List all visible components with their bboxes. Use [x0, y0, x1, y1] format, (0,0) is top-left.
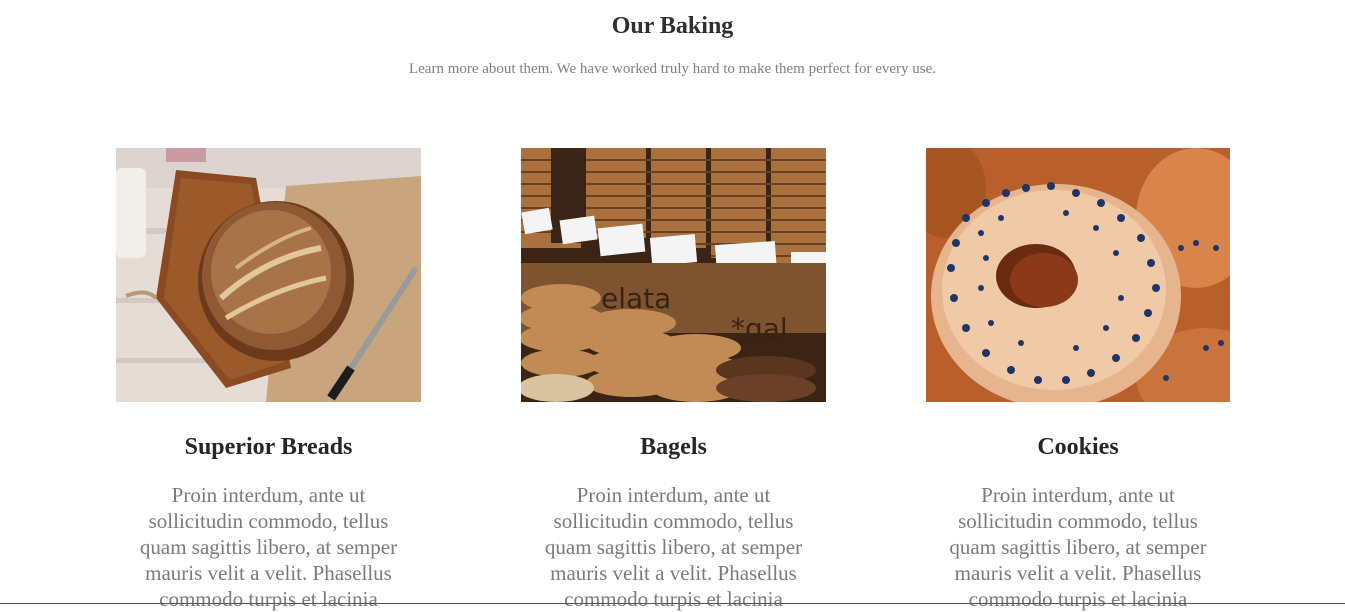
- card-title: Superior Breads: [184, 434, 353, 460]
- product-card-breads: Superior Breads Proin interdum, ante ut …: [116, 148, 421, 611]
- product-card-cookies: Cookies Proin interdum, ante ut sollicit…: [926, 148, 1230, 611]
- bread-loaf-image: [116, 148, 421, 402]
- svg-text:*gal: *gal: [731, 312, 788, 345]
- card-title: Cookies: [1037, 434, 1119, 460]
- card-title: Bagels: [640, 434, 707, 460]
- section-title: Our Baking: [611, 13, 734, 39]
- card-text: Proin interdum, ante ut sollicitudin com…: [544, 483, 803, 611]
- section-subtitle: Learn more about them. We have worked tr…: [408, 61, 937, 77]
- sprinkled-bagel-image: [926, 148, 1230, 402]
- card-text: Proin interdum, ante ut sollicitudin com…: [139, 483, 398, 611]
- cookie-stacks-image: elata *gal: [521, 148, 826, 402]
- product-card-bagels: elata *gal Bagels Proin interdum, ante u…: [521, 148, 826, 611]
- card-text: Proin interdum, ante ut sollicitudin com…: [949, 483, 1207, 611]
